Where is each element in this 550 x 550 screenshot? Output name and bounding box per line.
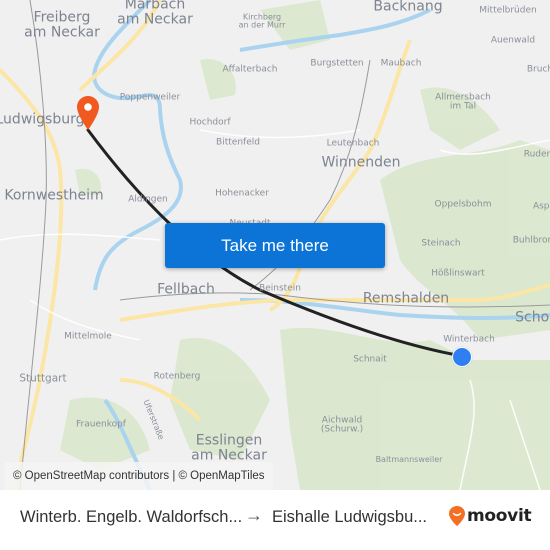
place-label: Hohenacker bbox=[215, 188, 269, 199]
place-label: Auenwald bbox=[490, 35, 536, 46]
take-me-there-button[interactable]: Take me there bbox=[165, 223, 385, 268]
place-label: Esslingen am Neckar bbox=[191, 432, 267, 463]
place-label: Affalterbach bbox=[222, 64, 278, 75]
moovit-wordmark: moovit bbox=[467, 506, 532, 526]
place-label: Rotenberg bbox=[153, 371, 201, 382]
route-footer: Winterb. Engelb. Waldorfsch... → Eishall… bbox=[0, 490, 550, 550]
place-label: Backnang bbox=[373, 0, 443, 15]
map-pin-icon bbox=[77, 96, 99, 130]
place-label: Baltmannsweiler bbox=[375, 454, 443, 464]
origin-marker[interactable] bbox=[452, 347, 472, 367]
place-label: Aldingen bbox=[128, 194, 168, 205]
place-label: Remshalden bbox=[362, 290, 450, 307]
place-label: Stuttgart bbox=[19, 372, 67, 385]
place-label: Kirchberg an der Murr bbox=[238, 12, 286, 30]
destination-stop-name: Eishalle Ludwigsbu... bbox=[272, 508, 428, 526]
place-label: Mittelmole bbox=[64, 331, 112, 342]
place-label: Fellbach bbox=[157, 281, 215, 298]
place-label: Oppelsbohm bbox=[434, 199, 492, 210]
arrow-right-icon: → bbox=[245, 505, 263, 525]
place-label: Frauenkopf bbox=[76, 419, 126, 430]
place-label: Leutenbach bbox=[326, 138, 380, 149]
place-label: Freiberg am Neckar bbox=[24, 9, 100, 40]
place-label: Hößlinswart bbox=[431, 268, 485, 279]
place-label: Kornwestheim bbox=[4, 187, 104, 204]
moovit-pin-icon bbox=[449, 506, 465, 526]
map-attribution[interactable]: © OpenStreetMap contributors | © OpenMap… bbox=[5, 462, 273, 490]
place-label: Winnenden bbox=[321, 154, 401, 171]
place-label: Steinach bbox=[421, 238, 461, 249]
place-label: Burgstetten bbox=[310, 58, 364, 69]
place-label: Hochdorf bbox=[189, 117, 231, 128]
place-label: Bittenfeld bbox=[216, 137, 260, 148]
place-label: Ruder bbox=[523, 149, 550, 160]
origin-stop-name: Winterb. Engelb. Waldorfsch... bbox=[20, 508, 243, 526]
place-label: Poppenweiler bbox=[119, 92, 181, 103]
place-label: Aichwald (Schurw.) bbox=[320, 415, 364, 435]
destination-marker[interactable] bbox=[77, 96, 99, 135]
place-label: Beinstein bbox=[259, 283, 301, 294]
place-label: Maubach bbox=[380, 58, 422, 69]
place-label: Allmersbach im Tal bbox=[435, 92, 491, 112]
map-view[interactable]: Freiberg am Neckar Marbach am Neckar Kirchbe… bbox=[0, 0, 550, 490]
place-label: Aspe bbox=[532, 201, 550, 212]
place-label: Winterbach bbox=[443, 334, 495, 345]
place-label: Mittelbrüden bbox=[479, 5, 537, 16]
place-label: Ludwigsburg bbox=[0, 111, 85, 128]
place-label: Bruch bbox=[526, 64, 550, 75]
place-label: Schor bbox=[515, 309, 550, 326]
place-label: Buhlbron bbox=[512, 235, 550, 246]
moovit-logo[interactable]: moovit bbox=[449, 506, 532, 526]
place-label: Marbach am Neckar bbox=[117, 0, 193, 27]
place-label: Schnait bbox=[353, 354, 387, 365]
